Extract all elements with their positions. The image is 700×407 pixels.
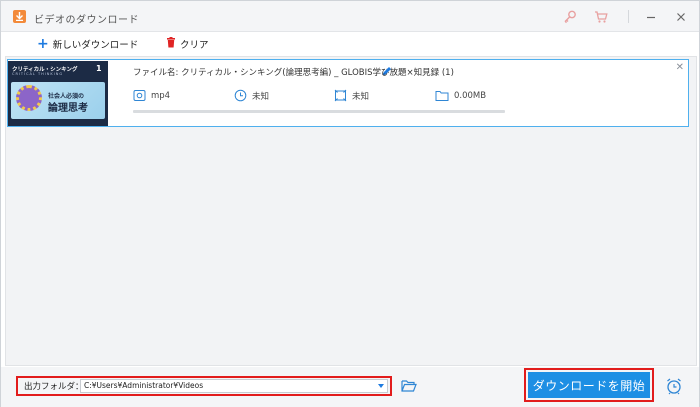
output-folder-select[interactable]: C:¥Users¥Administrator¥Videos <box>80 379 388 393</box>
close-icon[interactable] <box>673 9 689 25</box>
output-folder-group: 出力フォルダ： C:¥Users¥Administrator¥Videos <box>16 376 392 396</box>
edit-pencil-icon[interactable] <box>381 65 393 77</box>
app-download-icon <box>13 10 26 23</box>
size-info: 0.00MB <box>435 89 486 102</box>
trash-icon <box>166 37 176 51</box>
resolution-icon <box>334 89 347 102</box>
clear-label: クリア <box>180 40 209 51</box>
new-download-button[interactable]: + 新しいダウンロード <box>37 37 138 51</box>
resolution-value: 未知 <box>352 91 370 102</box>
file-name: ファイル名: クリティカル・シンキング(論理思考編) _ GLOBIS学び放題×… <box>133 68 454 78</box>
window-title: ビデオのダウンロード <box>34 15 139 26</box>
open-folder-icon[interactable] <box>401 379 417 393</box>
size-value: 0.00MB <box>454 90 487 101</box>
cart-icon[interactable] <box>593 9 609 25</box>
thumbnail-number: 1 <box>96 64 102 73</box>
remove-item-icon[interactable]: ✕ <box>676 62 684 73</box>
titlebar-divider <box>628 10 629 23</box>
download-progress-bar <box>133 110 505 113</box>
toolbar: + 新しいダウンロード クリア <box>1 32 699 56</box>
title-bar: ビデオのダウンロード <box>1 1 699 32</box>
duration-info: 未知 <box>234 89 269 102</box>
video-thumbnail: クリティカル・シンキング CRITICAL THINKING 1 社会人必須の … <box>8 61 108 126</box>
format-value: mp4 <box>151 90 171 101</box>
app-window: ビデオのダウンロード + 新しいダウンロード クリア クリティカル・シンキング … <box>0 0 700 407</box>
clock-icon <box>234 89 247 102</box>
resolution-info: 未知 <box>334 89 369 102</box>
start-download-highlight: ダウンロードを開始 <box>524 368 654 402</box>
thumbnail-subtitle: CRITICAL THINKING <box>12 72 64 76</box>
dropdown-arrow-icon[interactable] <box>378 384 384 388</box>
alarm-clock-icon[interactable] <box>665 377 683 395</box>
folder-size-icon <box>435 91 449 101</box>
bottom-bar: 出力フォルダ： C:¥Users¥Administrator¥Videos ダウ… <box>1 367 699 407</box>
format-info: mp4 <box>133 89 170 102</box>
output-folder-label: 出力フォルダ： <box>24 382 84 392</box>
minimize-icon[interactable] <box>643 9 659 25</box>
download-list: クリティカル・シンキング CRITICAL THINKING 1 社会人必須の … <box>5 56 697 366</box>
new-download-label: 新しいダウンロード <box>52 40 139 51</box>
format-icon <box>133 90 146 101</box>
plus-icon: + <box>37 36 49 52</box>
output-folder-path: C:¥Users¥Administrator¥Videos <box>84 381 204 390</box>
thumbnail-big-text: 論理思考 <box>48 103 88 114</box>
start-download-button[interactable]: ダウンロードを開始 <box>528 372 650 398</box>
clear-button[interactable]: クリア <box>166 37 209 51</box>
key-icon[interactable] <box>562 9 578 25</box>
download-item[interactable]: クリティカル・シンキング CRITICAL THINKING 1 社会人必須の … <box>7 59 689 127</box>
duration-value: 未知 <box>252 91 270 102</box>
thumbnail-gear-illustration <box>16 85 42 111</box>
